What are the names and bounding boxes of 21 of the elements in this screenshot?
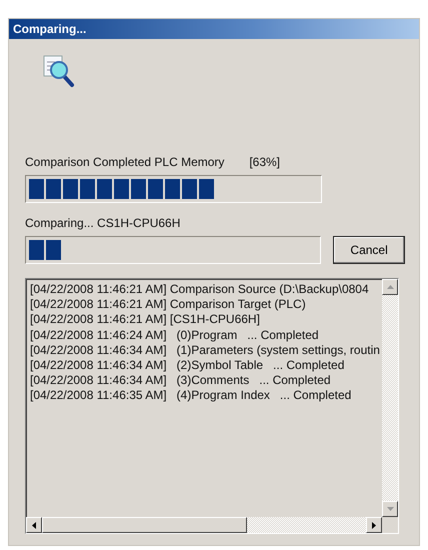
log-line: [04/22/2008 11:46:34 AM] (3)Comments ... Completed (30, 373, 331, 388)
log-line: [04/22/2008 11:46:21 AM] [CS1H-CPU66H] (30, 312, 260, 328)
log-line: [04/22/2008 11:46:21 AM] Comparison Target (PLC) (30, 297, 306, 312)
log-line: [04/22/2008 11:46:34 AM] (1)Parameters (system settings, routin (30, 342, 380, 358)
progress-label: Comparing... CS1H-CPU66H (25, 215, 182, 232)
horizontal-scrollbar[interactable] (26, 517, 382, 533)
progress-label: Comparison Completed PLC Memory (25, 154, 224, 171)
window-title: Comparing... (9, 19, 419, 39)
log-line: [04/22/2008 11:46:21 AM] Comparison Source (D:\Backup\0804 (30, 282, 369, 298)
percent-text: [63%] (249, 154, 280, 171)
log-line: [04/22/2008 11:46:34 AM] (2)Symbol Table ... Completed (30, 358, 344, 374)
document-magnifier-icon (43, 53, 77, 89)
log-line: [04/22/2008 11:46:24 AM] (0)Program ... Completed (30, 328, 319, 343)
log-line: [04/22/2008 11:46:35 AM] (4)Program Index ... Completed (30, 388, 352, 404)
cancel-button[interactable]: Cancel (333, 236, 405, 264)
scroll-right-icon[interactable] (366, 517, 382, 533)
scroll-up-icon[interactable] (382, 279, 398, 295)
vertical-scrollbar[interactable] (382, 279, 398, 517)
scroll-left-icon[interactable] (26, 517, 42, 533)
scroll-down-icon[interactable] (382, 501, 398, 517)
scroll-thumb[interactable] (42, 517, 247, 533)
